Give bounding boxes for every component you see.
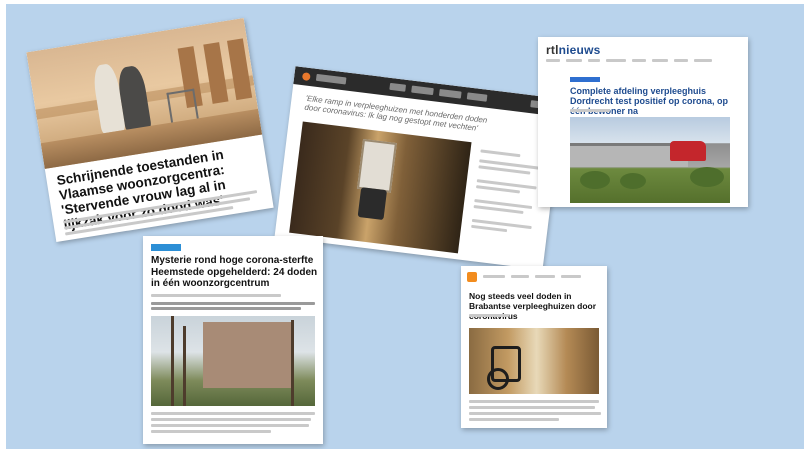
site-nav — [546, 59, 742, 65]
news-clipping-heemstede: Mysterie rond hoge corona-sterfte Heemst… — [143, 236, 323, 444]
nursing-home-room-photo — [289, 121, 472, 254]
category-badge — [570, 77, 600, 82]
news-clipping-vlaamse-woonzorgcentra: Schrijnende toestanden in Vlaamse woonzo… — [26, 17, 274, 243]
care-home-building-photo — [570, 117, 730, 203]
category-badge — [151, 244, 181, 251]
wheelchair-icon — [357, 187, 388, 221]
collage-background: Schrijnende toestanden in Vlaamse woonzo… — [6, 4, 804, 449]
site-logo-icon — [467, 272, 477, 282]
wheelchair-corridor-photo — [469, 328, 599, 394]
article-headline: Mysterie rond hoge corona-sterfte Heemst… — [151, 255, 318, 289]
rtl-nieuws-logo: rtlnieuws — [546, 43, 601, 57]
site-logo-icon — [301, 72, 311, 82]
apartment-block-photo — [151, 316, 315, 406]
news-clipping-brabant: Nog steeds veel doden in Brabantse verpl… — [461, 266, 607, 428]
article-sidebar — [469, 149, 547, 256]
news-clipping-rtl-dordrecht: rtlnieuws Complete afdeling verpleeghuis… — [538, 37, 748, 207]
